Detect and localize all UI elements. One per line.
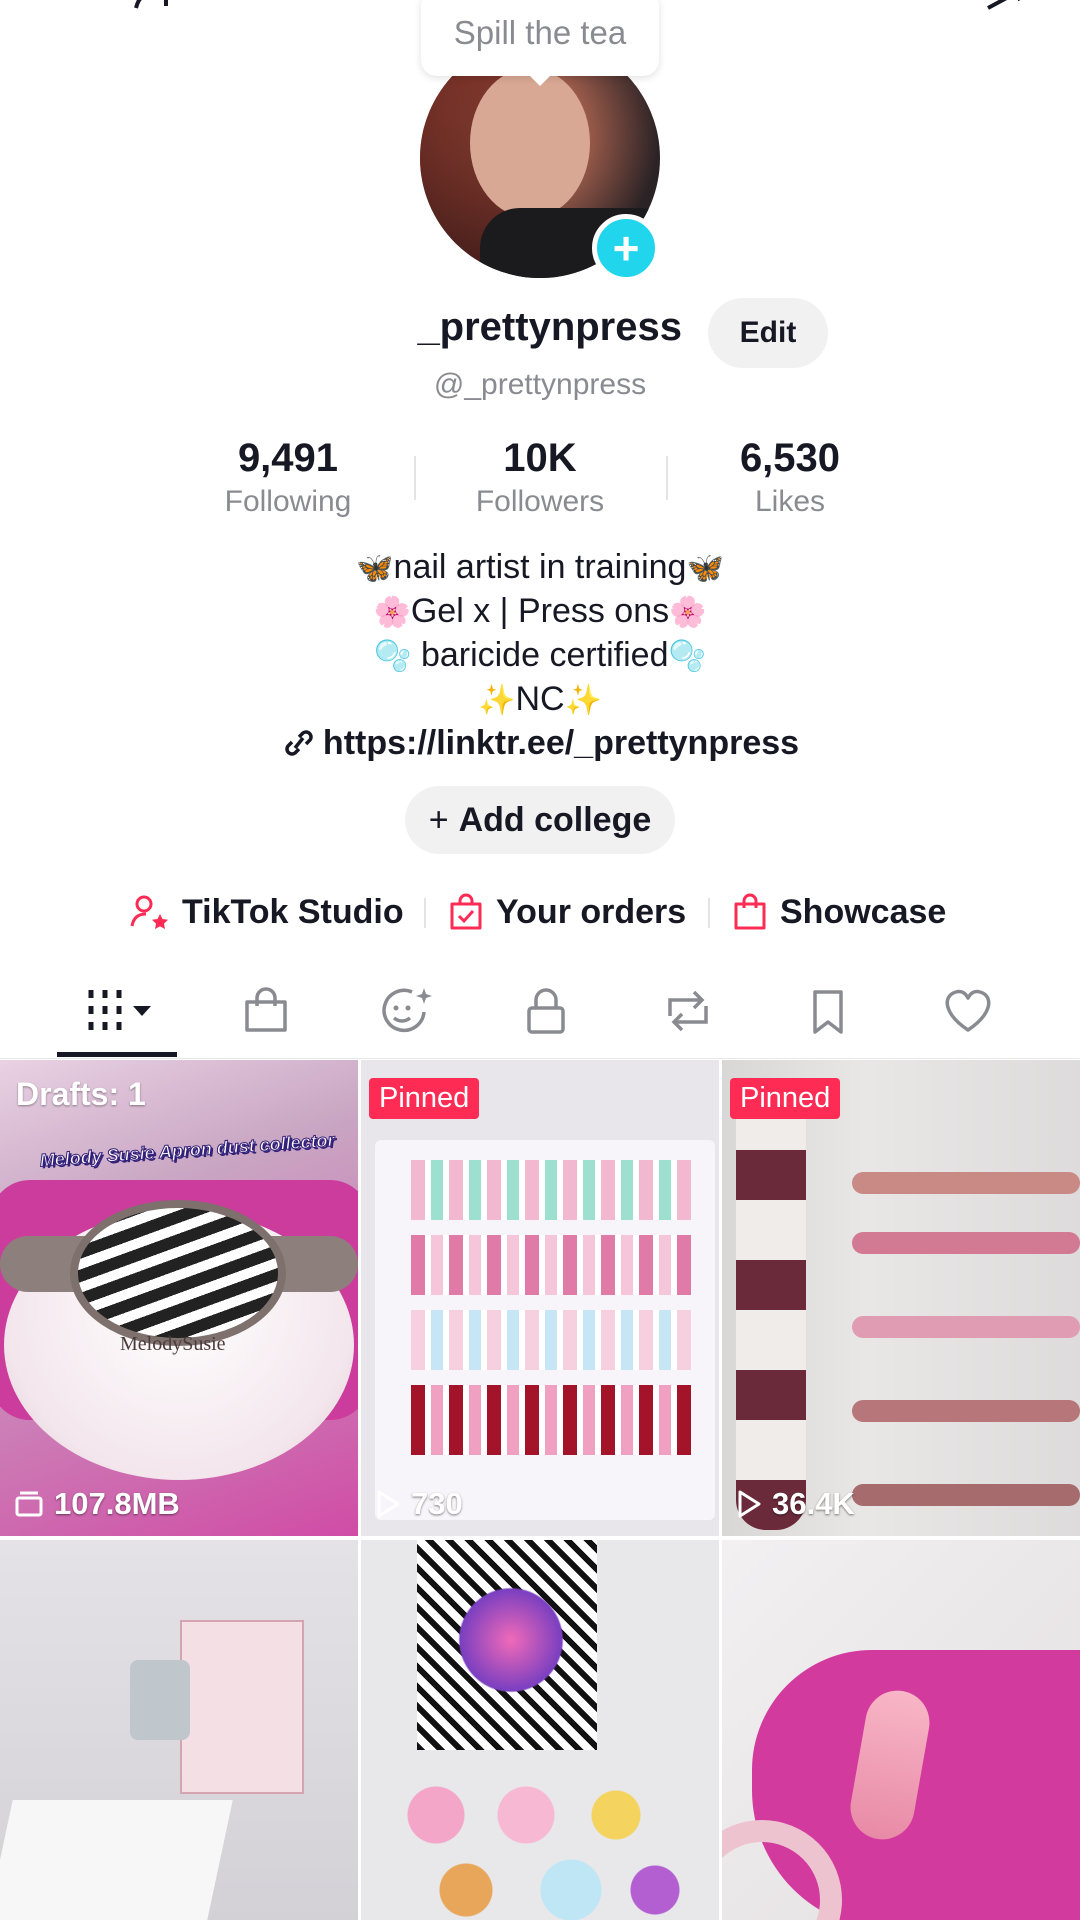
- video-thumbnail-pinned-1[interactable]: Pinned 730: [361, 1060, 719, 1536]
- grid-dropdown-icon: [88, 990, 151, 1030]
- stat-value: 10K: [503, 436, 577, 480]
- quick-link-label: Your orders: [496, 892, 687, 931]
- tab-sparkle[interactable]: [356, 976, 456, 1046]
- back-icon[interactable]: [40, 0, 96, 26]
- drafts-badge: Drafts: 1: [16, 1076, 146, 1112]
- stickers-shape: [391, 1770, 691, 1920]
- drafts-stack-icon: [15, 1491, 43, 1517]
- lock-icon: [527, 988, 565, 1034]
- profile-link[interactable]: https://linktr.ee/_prettynpress: [0, 724, 1080, 763]
- video-thumbnail-drafts[interactable]: Melody Susie Apron dust collector Melody…: [0, 1060, 358, 1536]
- swatch-stick-shape: [852, 1484, 1080, 1506]
- link-icon: [285, 730, 313, 756]
- face-sparkle-icon: [382, 988, 432, 1033]
- tab-liked[interactable]: [918, 976, 1018, 1046]
- view-count-label: 36.4K: [772, 1486, 855, 1521]
- divider: [414, 456, 416, 500]
- view-count-label: 730: [411, 1486, 463, 1521]
- quick-link-label: TikTok Studio: [182, 892, 404, 931]
- edit-profile-button[interactable]: Edit: [708, 298, 828, 368]
- video-overlay-text: Melody Susie Apron dust collector: [39, 1129, 336, 1171]
- nails-row-shape: [411, 1310, 691, 1370]
- share-icon[interactable]: [980, 0, 1036, 26]
- video-size: 107.8MB: [14, 1486, 180, 1522]
- repost-icon: [668, 990, 708, 1032]
- add-college-button[interactable]: + Add college: [405, 786, 675, 854]
- bio-line: 🫧 baricide certified🫧: [374, 636, 706, 674]
- your-orders-link[interactable]: Your orders: [446, 884, 686, 940]
- bio-line: 🦋nail artist in training🦋: [356, 548, 724, 586]
- play-icon: [738, 1490, 761, 1518]
- stat-label: Likes: [754, 485, 826, 518]
- quick-links: TikTok Studio Your orders Showcase: [0, 884, 1080, 940]
- stat-value: 9,491: [237, 436, 339, 480]
- swatch-stick-shape: [852, 1316, 1080, 1338]
- swatch-stick-shape: [852, 1400, 1080, 1422]
- link-text: https://linktr.ee/_prettynpress: [322, 724, 800, 762]
- tooltip: Spill the tea: [421, 0, 659, 86]
- swatch-stick-shape: [852, 1172, 1080, 1194]
- tab-favorites[interactable]: [778, 976, 878, 1046]
- user-handle: @_prettynpress: [433, 368, 647, 401]
- shopping-bag-icon: [734, 893, 766, 930]
- pinned-badge: Pinned: [730, 1078, 841, 1119]
- video-size-label: 107.8MB: [54, 1486, 180, 1521]
- bio: 🦋nail artist in training🦋 🌸Gel x | Press…: [0, 546, 1080, 722]
- add-story-icon[interactable]: +: [592, 214, 660, 282]
- polish-bottles-shape: [736, 1090, 806, 1530]
- stat-followers[interactable]: 10K Followers: [440, 436, 640, 519]
- tab-reposts[interactable]: [638, 976, 738, 1046]
- stat-likes[interactable]: 6,530 Likes: [690, 436, 890, 519]
- bookmark-icon: [813, 990, 843, 1034]
- pinned-badge: Pinned: [369, 1078, 480, 1119]
- add-friend-icon[interactable]: [130, 0, 186, 26]
- shopping-bag-icon: [245, 987, 287, 1032]
- divider: [424, 898, 426, 928]
- stat-label: Followers: [475, 485, 605, 518]
- card-shape: [180, 1620, 304, 1794]
- play-icon: [377, 1490, 400, 1518]
- view-count: 36.4K: [736, 1486, 855, 1522]
- active-tab-indicator: [57, 1052, 177, 1057]
- video-thumbnail[interactable]: [361, 1540, 719, 1920]
- fan-grill-shape: [70, 1200, 286, 1346]
- showcase-link[interactable]: Showcase: [730, 884, 946, 940]
- video-thumbnail[interactable]: [722, 1540, 1080, 1920]
- bottle-shape: [130, 1660, 190, 1740]
- tab-private[interactable]: [496, 976, 596, 1046]
- nails-row-shape: [411, 1235, 691, 1295]
- nails-row-shape: [411, 1385, 691, 1455]
- nails-row-shape: [411, 1160, 691, 1220]
- username: _prettynpress: [417, 305, 682, 349]
- tab-shop[interactable]: [216, 976, 316, 1046]
- video-thumbnail[interactable]: [0, 1540, 358, 1920]
- paper-shape: [0, 1800, 233, 1920]
- brand-text: MelodySusie: [120, 1333, 226, 1355]
- tab-videos[interactable]: [68, 976, 168, 1046]
- bag-check-icon: [450, 893, 482, 930]
- video-thumbnail-pinned-2[interactable]: Pinned 36.4K: [722, 1060, 1080, 1536]
- sticker-art-shape: [451, 1580, 571, 1700]
- add-college-label: Add college: [458, 800, 652, 839]
- divider: [666, 456, 668, 500]
- quick-link-label: Showcase: [780, 892, 947, 931]
- bio-line: ✨NC✨: [478, 680, 602, 718]
- stat-value: 6,530: [739, 436, 841, 480]
- plus-icon: +: [428, 800, 449, 839]
- stat-following[interactable]: 9,491 Following: [188, 436, 388, 519]
- content-tabs: [0, 976, 1080, 1059]
- swatch-stick-shape: [852, 1232, 1080, 1254]
- view-count: 730: [375, 1486, 463, 1522]
- divider: [708, 898, 710, 928]
- heart-icon: [945, 989, 991, 1032]
- bio-line: 🌸Gel x | Press ons🌸: [373, 592, 707, 630]
- stat-label: Following: [224, 485, 352, 518]
- tiktok-studio-link[interactable]: TikTok Studio: [128, 884, 404, 940]
- person-star-icon: [130, 895, 168, 929]
